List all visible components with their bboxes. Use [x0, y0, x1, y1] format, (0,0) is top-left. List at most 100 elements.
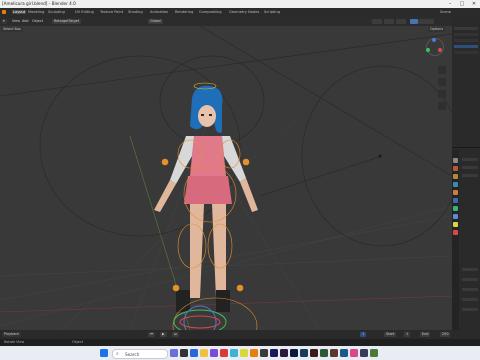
z-axis-icon[interactable] [432, 38, 436, 42]
tab-uv-editing[interactable]: UV Editing [75, 10, 94, 14]
options-dropdown[interactable]: Options [428, 27, 446, 32]
close-button[interactable]: ✕ [468, 0, 480, 8]
current-frame-field[interactable]: 1 [360, 331, 367, 337]
properties-row[interactable] [462, 166, 478, 169]
app-icon[interactable] [260, 349, 268, 357]
tab-geometry-nodes[interactable]: Geometry Nodes [229, 10, 259, 14]
tab-modeling[interactable]: Modeling [28, 10, 44, 14]
material-shading-icon[interactable] [418, 18, 426, 24]
editor-type-icon[interactable]: ▾ [1, 18, 7, 24]
status-bar: Rotate View Object [0, 339, 480, 346]
start-frame-field[interactable]: 1 [404, 331, 411, 337]
photos-icon[interactable] [230, 349, 238, 357]
rendered-shading-icon[interactable] [426, 18, 434, 24]
app-icon-6[interactable] [360, 349, 368, 357]
y-axis-icon[interactable] [426, 48, 430, 52]
output-icon[interactable] [453, 174, 458, 179]
mail-icon[interactable] [220, 349, 228, 357]
properties-tab-strip [452, 150, 459, 330]
blender-logo-icon[interactable] [2, 10, 6, 14]
outliner-row[interactable] [454, 51, 478, 54]
app-icon-2[interactable] [320, 349, 328, 357]
scene-icon[interactable] [453, 182, 458, 187]
properties-row[interactable] [462, 288, 478, 291]
maximize-button[interactable]: □ [456, 0, 468, 8]
gizmo-toggle-icon[interactable] [384, 18, 394, 24]
outliner-row[interactable] [454, 39, 478, 42]
tab-compositing[interactable]: Compositing [199, 10, 222, 14]
pose-mode-selector[interactable]: RetargetTarget [52, 18, 82, 24]
modifier-icon[interactable] [453, 198, 458, 203]
scene-selector[interactable]: Scene [440, 10, 451, 14]
after-effects-icon[interactable] [290, 349, 298, 357]
constraints-icon[interactable] [453, 214, 458, 219]
object-icon[interactable] [453, 190, 458, 195]
overlay-toggle-icon[interactable] [396, 18, 406, 24]
tab-sculpting[interactable]: Sculpting [48, 10, 65, 14]
jump-end-button[interactable]: ⏭ [172, 331, 180, 337]
outliner-row-selected[interactable] [454, 45, 478, 48]
outliner-row[interactable] [454, 27, 478, 30]
add-menu[interactable]: Add [20, 19, 31, 24]
end-frame-field[interactable]: 250 [440, 331, 451, 337]
premiere-icon[interactable] [280, 349, 288, 357]
properties-row[interactable] [462, 174, 478, 177]
properties-row[interactable] [462, 298, 478, 301]
search-icon: ⌕ [116, 350, 119, 357]
windows-start-icon[interactable] [100, 349, 108, 357]
tool-icon[interactable] [453, 158, 458, 163]
tab-scripting[interactable]: Scripting [264, 10, 280, 14]
lightroom-icon[interactable] [300, 349, 308, 357]
status-hint-right: Object [72, 340, 84, 344]
data-icon[interactable] [453, 222, 458, 227]
properties-row[interactable] [462, 278, 478, 281]
outliner-panel[interactable] [452, 17, 480, 147]
x-axis-icon[interactable] [438, 48, 442, 52]
solid-shading-icon[interactable] [410, 18, 418, 24]
camera-view-icon[interactable] [438, 90, 446, 98]
tool-shelf [0, 34, 14, 134]
play-button[interactable]: ▶ [160, 331, 167, 337]
edge-icon[interactable] [190, 349, 198, 357]
visibility-icon[interactable] [372, 18, 382, 24]
tab-animation[interactable]: Animation [150, 10, 168, 14]
viewport-header: ▾ View Add Object RetargetTarget Global [0, 17, 452, 26]
zoom-icon[interactable] [438, 66, 446, 74]
tab-layout[interactable]: Layout [12, 10, 27, 14]
perspective-toggle-icon[interactable] [438, 102, 446, 110]
select-box-tool[interactable]: Select Box [1, 27, 23, 32]
physics-icon[interactable] [453, 206, 458, 211]
tab-texture-paint[interactable]: Texture Paint [100, 10, 123, 14]
task-view-icon[interactable] [180, 349, 188, 357]
blender-taskbar-icon[interactable] [250, 349, 258, 357]
tab-shading[interactable]: Shading [128, 10, 143, 14]
pan-icon[interactable] [438, 78, 446, 86]
taskbar-search[interactable]: ⌕ Search [112, 349, 168, 359]
jump-start-button[interactable]: ⏮ [148, 331, 156, 337]
properties-row[interactable] [462, 268, 478, 271]
minimize-button[interactable]: – [444, 0, 456, 8]
outliner-row[interactable] [454, 33, 478, 36]
copilot-icon[interactable] [170, 349, 178, 357]
search-placeholder: Search [125, 351, 140, 357]
render-icon[interactable] [453, 166, 458, 171]
3d-viewport[interactable] [0, 26, 452, 330]
properties-row[interactable] [462, 308, 478, 311]
material-icon[interactable] [453, 230, 458, 235]
playback-menu[interactable]: Playback [2, 331, 22, 337]
viewport-scene [0, 26, 452, 330]
tab-rendering[interactable]: Rendering [175, 10, 193, 14]
app-icon-7[interactable] [370, 349, 378, 357]
transform-orientation[interactable]: Global [148, 18, 163, 24]
app-icon-5[interactable] [350, 349, 358, 357]
app-icon-4[interactable] [340, 349, 348, 357]
chrome-icon[interactable] [240, 349, 248, 357]
object-menu[interactable]: Object [30, 19, 45, 24]
file-explorer-icon[interactable] [200, 349, 208, 357]
properties-row[interactable] [462, 158, 478, 161]
store-icon[interactable] [210, 349, 218, 357]
start-frame-label: Start [384, 331, 397, 337]
illustrator-icon[interactable] [310, 349, 318, 357]
app-icon-3[interactable] [330, 349, 338, 357]
photoshop-icon[interactable] [270, 349, 278, 357]
